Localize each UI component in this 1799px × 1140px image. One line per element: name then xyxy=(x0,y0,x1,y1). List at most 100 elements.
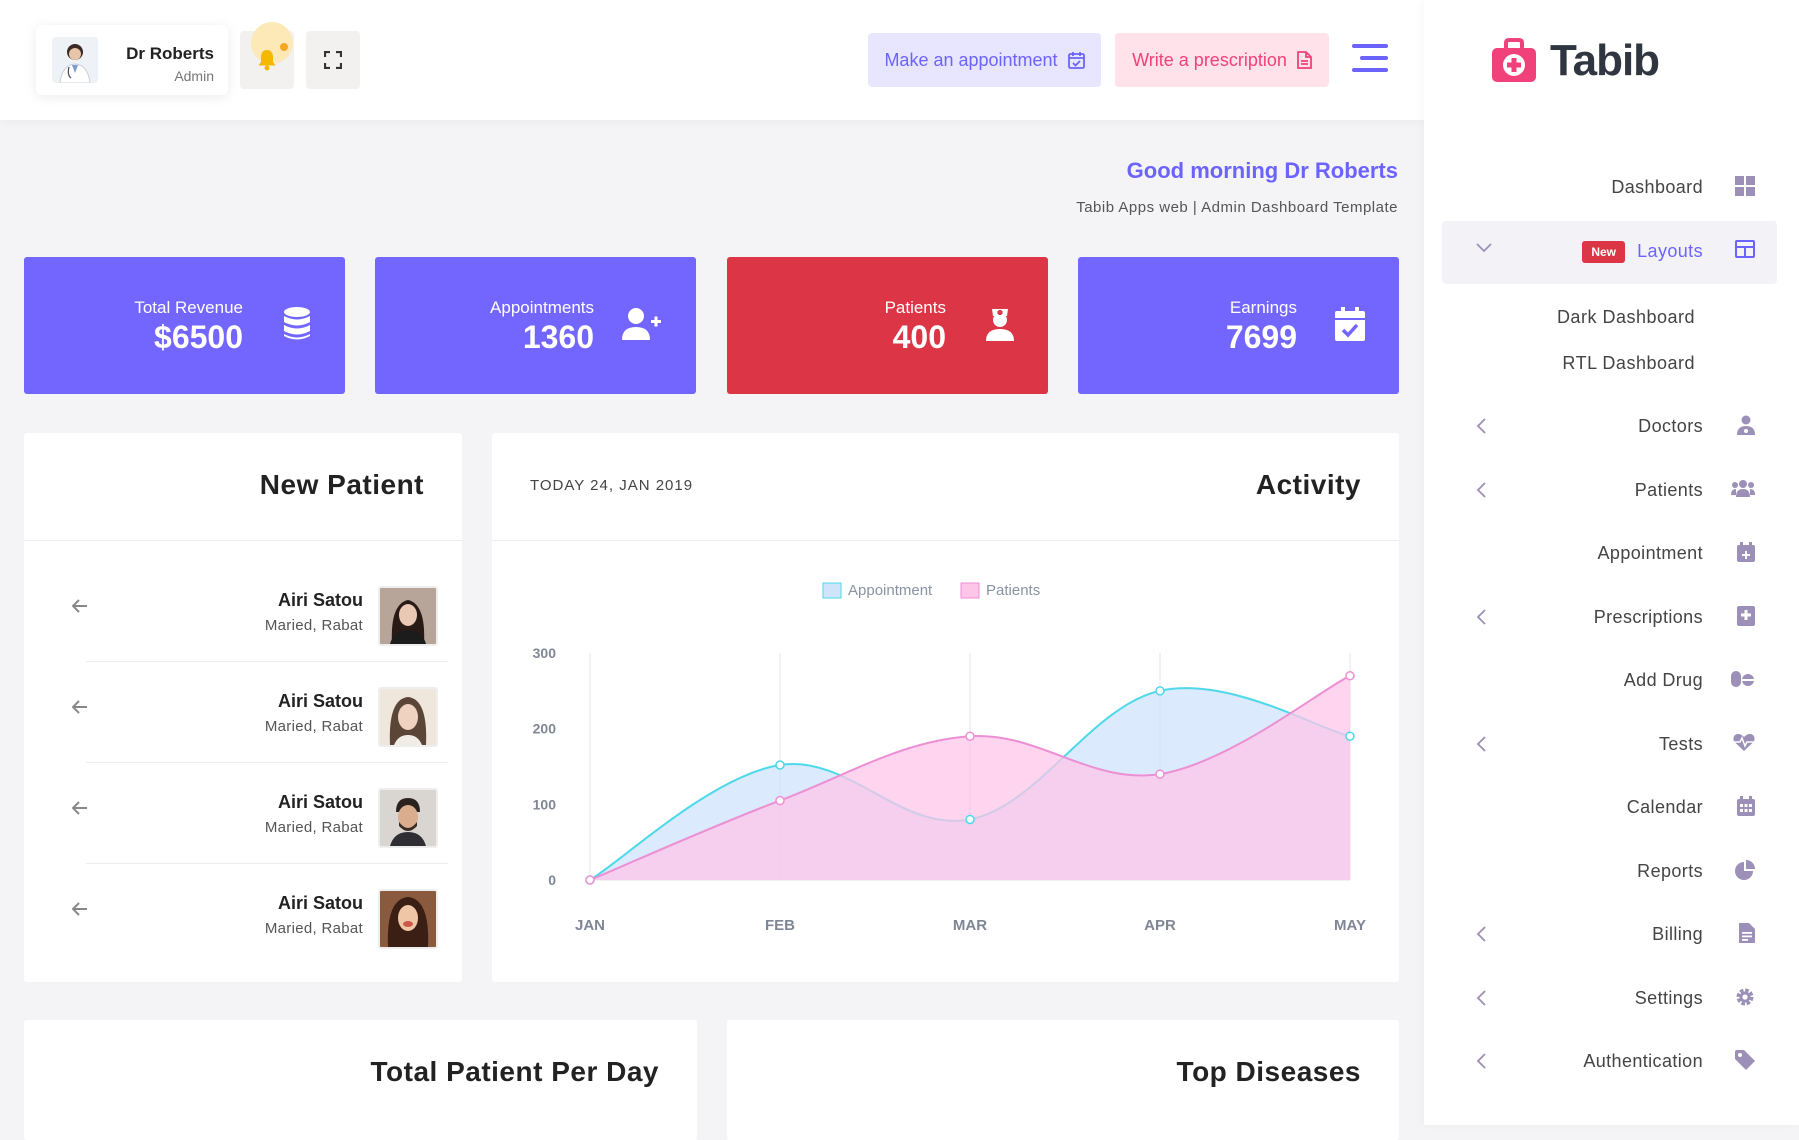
stat-card-earnings: Earnings 7699 xyxy=(1078,257,1399,394)
make-appointment-label: Make an appointment xyxy=(884,49,1058,70)
card-title: Activity xyxy=(1255,469,1361,500)
data-point xyxy=(965,814,975,825)
y-tick-label: 100 xyxy=(533,796,557,812)
chevron-down-icon xyxy=(1476,243,1492,253)
new-patient-card: New Patient Airi Satou Maried, Rabat Air… xyxy=(24,433,462,982)
sidebar-item-layouts[interactable]: New Layouts xyxy=(1442,221,1777,284)
stat-card-appointments: Appointments 1360 xyxy=(375,257,696,394)
list-item[interactable]: Airi Satou Maried, Rabat xyxy=(64,561,448,662)
arrow-left-icon xyxy=(72,801,87,815)
brand-logo[interactable]: Tabib xyxy=(1490,36,1660,86)
y-tick-label: 200 xyxy=(533,721,557,737)
notification-dot xyxy=(280,43,288,51)
stat-value: $6500 xyxy=(154,319,243,355)
card-title: Total Patient Per Day xyxy=(370,1056,659,1087)
sidebar-item-reports[interactable]: Reports xyxy=(1442,841,1777,904)
card-title: Top Diseases xyxy=(1176,1056,1361,1087)
stat-label: Patients xyxy=(884,298,946,317)
patient-location: Maried, Rabat xyxy=(264,819,363,836)
chevron-left-icon xyxy=(1476,1053,1486,1069)
sidebar-item-tests[interactable]: Tests xyxy=(1442,714,1777,777)
file-invoice-icon xyxy=(1739,923,1755,943)
brand-name: Tabib xyxy=(1550,36,1660,85)
sidebar-item-prescriptions[interactable]: Prescriptions xyxy=(1442,587,1777,650)
patient-location: Maried, Rabat xyxy=(264,920,363,937)
menu-toggle-button[interactable] xyxy=(1352,42,1388,74)
notifications-button[interactable] xyxy=(240,22,294,89)
divider xyxy=(492,540,1399,541)
legend-swatch xyxy=(822,582,842,599)
medical-kit-icon xyxy=(1492,38,1536,82)
stat-value: 7699 xyxy=(1225,319,1297,355)
pills-icon xyxy=(1731,671,1754,687)
gear-icon xyxy=(1736,988,1754,1006)
top-bar: Dr Roberts Admin Make an appointment Wri… xyxy=(0,0,1424,120)
x-tick-label: MAR xyxy=(953,917,987,934)
stat-card-revenue: Total Revenue $6500 xyxy=(24,257,345,394)
write-prescription-button[interactable]: Write a prescription xyxy=(1115,33,1329,87)
list-item[interactable]: Airi Satou Maried, Rabat xyxy=(64,662,448,763)
patient-name: Airi Satou xyxy=(277,590,363,610)
greeting-title: Good morning Dr Roberts xyxy=(1126,158,1398,183)
sidebar-item-dashboard[interactable]: Dashboard xyxy=(1442,157,1777,220)
legend-label: Appointment xyxy=(848,582,933,599)
calendar-icon xyxy=(1737,796,1755,816)
chevron-left-icon xyxy=(1476,736,1486,752)
calendar-check-icon xyxy=(1335,307,1365,341)
sidebar-item-add-drug[interactable]: Add Drug xyxy=(1442,650,1777,713)
heartbeat-icon xyxy=(1733,733,1755,751)
greeting-subtitle: Tabib Apps web | Admin Dashboard Templat… xyxy=(1076,199,1398,216)
sidebar-item-authentication[interactable]: Authentication xyxy=(1442,1031,1777,1094)
legend-swatch xyxy=(960,582,980,599)
sidebar-subitem-rtl-dashboard[interactable]: RTL Dashboard xyxy=(1562,353,1695,374)
card-title: New Patient xyxy=(259,469,424,500)
medical-book-icon xyxy=(1737,606,1755,626)
sidebar-item-calendar[interactable]: Calendar xyxy=(1442,777,1777,840)
chevron-left-icon xyxy=(1476,609,1486,625)
x-tick-label: FEB xyxy=(765,917,795,934)
sidebar-item-settings[interactable]: Settings xyxy=(1442,968,1777,1031)
avatar xyxy=(52,37,98,83)
data-point xyxy=(965,731,975,741)
chevron-left-icon xyxy=(1476,990,1486,1006)
sidebar-subitem-dark-dashboard[interactable]: Dark Dashboard xyxy=(1557,307,1695,328)
sidebar-item-label: Layouts xyxy=(1637,241,1703,261)
patient-name: Airi Satou xyxy=(277,691,363,711)
sidebar-item-label: Patients xyxy=(1634,480,1703,500)
stat-label: Earnings xyxy=(1229,298,1297,317)
data-point xyxy=(1345,731,1355,741)
write-prescription-label: Write a prescription xyxy=(1132,49,1287,70)
menu-line xyxy=(1360,56,1388,60)
data-point xyxy=(1155,686,1165,696)
sidebar-item-billing[interactable]: Billing xyxy=(1442,904,1777,967)
patient-photo xyxy=(378,889,438,949)
divider xyxy=(24,540,462,541)
list-item[interactable]: Airi Satou Maried, Rabat xyxy=(64,864,448,965)
user-profile[interactable]: Dr Roberts Admin xyxy=(36,25,228,95)
users-icon xyxy=(1731,480,1755,497)
make-appointment-button[interactable]: Make an appointment xyxy=(868,33,1101,87)
sidebar-item-label: Appointment xyxy=(1597,543,1703,563)
bell-icon xyxy=(258,50,276,71)
patient-name: Airi Satou xyxy=(277,893,363,913)
sidebar-item-label: Calendar xyxy=(1626,797,1703,817)
list-item[interactable]: Airi Satou Maried, Rabat xyxy=(64,763,448,864)
data-point xyxy=(775,795,785,806)
y-tick-label: 300 xyxy=(533,645,557,661)
patient-photo xyxy=(378,788,438,848)
legend-label: Patients xyxy=(986,582,1040,599)
fullscreen-button[interactable] xyxy=(306,31,360,89)
sidebar-item-label: Dashboard xyxy=(1611,177,1703,197)
stat-value: 1360 xyxy=(522,319,594,355)
sidebar-item-label: Reports xyxy=(1637,861,1703,881)
data-point xyxy=(585,875,595,885)
expand-icon xyxy=(324,51,342,69)
total-patient-per-day-card: Total Patient Per Day xyxy=(24,1020,697,1140)
arrow-left-icon xyxy=(72,599,87,613)
sidebar-item-appointment[interactable]: Appointment xyxy=(1442,523,1777,586)
stat-label: Appointments xyxy=(490,298,594,317)
sidebar-item-label: Settings xyxy=(1634,988,1703,1008)
sidebar-item-patients[interactable]: Patients xyxy=(1442,460,1777,523)
main-content: Dr Roberts Admin Make an appointment Wri… xyxy=(0,0,1424,1140)
sidebar-item-doctors[interactable]: Doctors xyxy=(1442,396,1777,459)
